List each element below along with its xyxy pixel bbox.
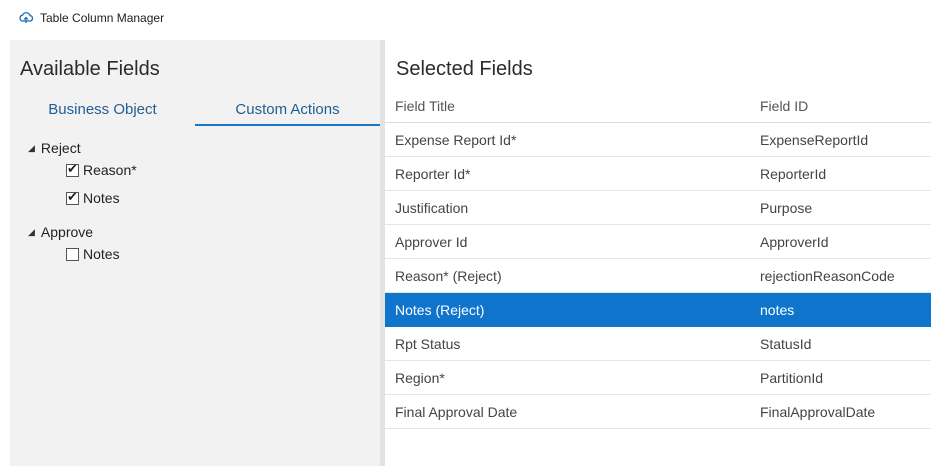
- field-title-cell: Expense Report Id*: [395, 132, 517, 148]
- table-row-selected[interactable]: Notes (Reject) notes: [385, 293, 931, 327]
- tree-leaf-reject-notes[interactable]: ✔ Notes: [66, 188, 120, 208]
- field-id-cell: StatusId: [760, 336, 812, 352]
- field-id-cell: ReporterId: [760, 166, 827, 182]
- field-title-cell: Notes (Reject): [395, 302, 485, 318]
- tree-node-label: Reject: [40, 140, 81, 156]
- expanded-triangle-icon[interactable]: ◢: [28, 227, 35, 238]
- field-id-cell: rejectionReasonCode: [760, 268, 895, 284]
- table-row[interactable]: Reason* (Reject) rejectionReasonCode: [385, 259, 931, 293]
- reason-checkbox[interactable]: ✔: [66, 160, 79, 177]
- field-title-cell: Rpt Status: [395, 336, 461, 352]
- reject-notes-checkbox[interactable]: ✔: [66, 188, 79, 205]
- table-row[interactable]: Final Approval Date FinalApprovalDate: [385, 395, 931, 429]
- window-title: Table Column Manager: [40, 11, 165, 25]
- table-row[interactable]: Rpt Status StatusId: [385, 327, 931, 361]
- table-row[interactable]: Region* PartitionId: [385, 361, 931, 395]
- available-fields-pane: Available Fields Business Object Custom …: [10, 40, 380, 466]
- table-row[interactable]: Approver Id ApproverId: [385, 225, 931, 259]
- field-title-cell: Approver Id: [395, 234, 468, 250]
- tab-custom-actions[interactable]: Custom Actions: [195, 100, 380, 126]
- field-id-cell: notes: [760, 302, 795, 318]
- tree-node-label: Approve: [40, 224, 94, 240]
- tree-leaf-label: Reason*: [83, 162, 137, 178]
- field-title-cell: Final Approval Date: [395, 404, 518, 420]
- checkmark-icon: ✔: [67, 160, 78, 176]
- field-title-cell: Reporter Id*: [395, 166, 471, 182]
- tree-node-approve[interactable]: ◢ Approve: [28, 222, 93, 242]
- tab-business-object[interactable]: Business Object: [10, 100, 195, 126]
- column-header-field-id[interactable]: Field ID: [760, 98, 808, 114]
- table-header: Field Title Field ID: [385, 90, 931, 123]
- table-row[interactable]: Expense Report Id* ExpenseReportId: [385, 123, 931, 157]
- selected-fields-pane: Selected Fields Field Title Field ID Exp…: [385, 40, 931, 466]
- field-id-cell: Purpose: [760, 200, 813, 216]
- field-id-cell: PartitionId: [760, 370, 824, 386]
- tree-leaf-reject-reason[interactable]: ✔ Reason*: [66, 160, 137, 180]
- field-id-cell: FinalApprovalDate: [760, 404, 876, 420]
- table-row[interactable]: Reporter Id* ReporterId: [385, 157, 931, 191]
- field-title-cell: Region*: [395, 370, 445, 386]
- selected-fields-title: Selected Fields: [396, 58, 533, 80]
- approve-notes-checkbox[interactable]: [66, 247, 79, 261]
- field-id-cell: ExpenseReportId: [760, 132, 869, 148]
- field-title-cell: Justification: [395, 200, 469, 216]
- column-header-field-title[interactable]: Field Title: [395, 98, 455, 114]
- table-row[interactable]: Justification Purpose: [385, 191, 931, 225]
- checkmark-icon: ✔: [67, 188, 78, 204]
- field-source-tabs: Business Object Custom Actions: [10, 100, 380, 126]
- tree-leaf-label: Notes: [83, 190, 120, 206]
- tree-leaf-label: Notes: [83, 246, 120, 262]
- field-id-cell: ApproverId: [760, 234, 829, 250]
- available-fields-title: Available Fields: [20, 58, 160, 80]
- field-title-cell: Reason* (Reject): [395, 268, 502, 284]
- tree-node-reject[interactable]: ◢ Reject: [28, 138, 81, 158]
- expanded-triangle-icon[interactable]: ◢: [28, 143, 35, 154]
- title-bar: Table Column Manager: [0, 0, 931, 36]
- tree-leaf-approve-notes[interactable]: Notes: [66, 244, 120, 264]
- cloud-icon: [18, 10, 34, 26]
